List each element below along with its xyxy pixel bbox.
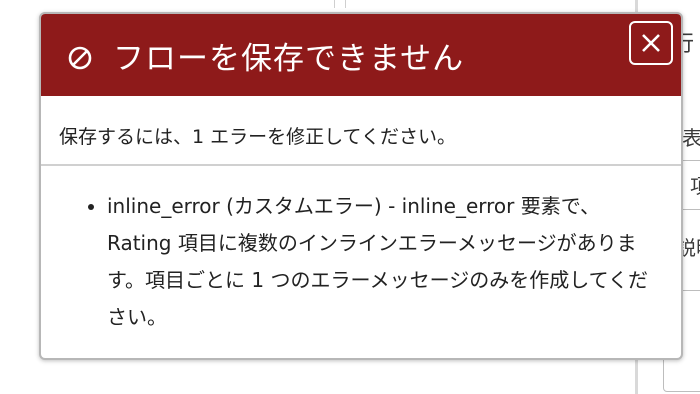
background-label: 表 — [682, 126, 700, 150]
dialog-summary: 保存するには、1 エラーを修正してください。 — [41, 96, 681, 166]
dialog-title: フローを保存できません — [113, 40, 465, 77]
close-icon — [642, 34, 660, 52]
error-dialog: フローを保存できません 保存するには、1 エラーを修正してください。 inlin… — [39, 12, 683, 360]
error-item: inline_error (カスタムエラー) - inline_error 要素… — [107, 188, 652, 336]
background-input-value: 項 — [690, 170, 700, 199]
background-notch — [334, 0, 346, 8]
close-button[interactable] — [629, 21, 673, 65]
error-list: inline_error (カスタムエラー) - inline_error 要素… — [41, 166, 681, 336]
block-icon — [68, 46, 92, 70]
dialog-header: フローを保存できません — [41, 14, 681, 96]
